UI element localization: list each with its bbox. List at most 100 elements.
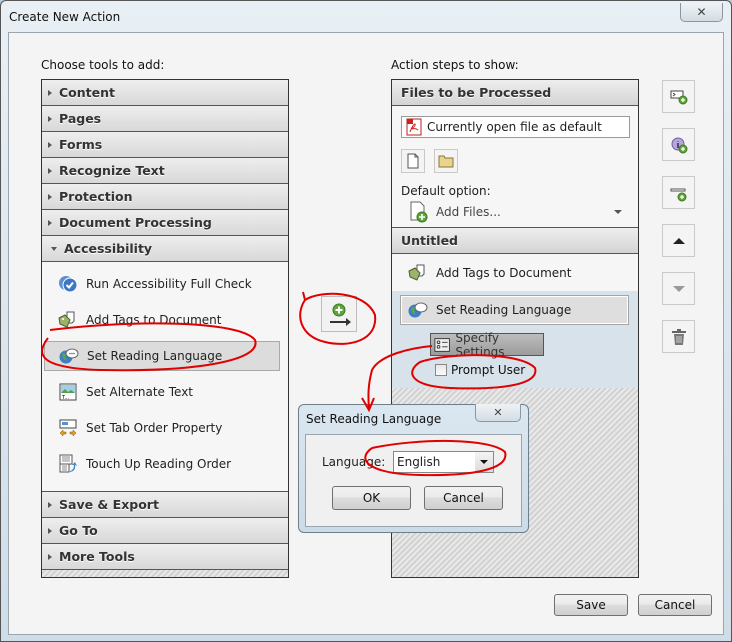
tool-label: Run Accessibility Full Check [86,277,252,291]
expand-arrow-icon [48,193,52,200]
untitled-section-header: Untitled [392,228,638,254]
create-new-action-window: Create New Action ✕ Choose tools to add:… [0,0,732,642]
step-set-reading-language-group: Set Reading Language Specify Settings Pr… [392,291,638,388]
default-option-dropdown[interactable]: Add Files... [408,201,626,223]
language-select-value: English [397,455,441,469]
tool-label: Set Reading Language [87,349,223,363]
move-up-button[interactable] [662,224,695,257]
trash-icon [671,328,686,345]
file-field[interactable]: Currently open file as default [401,116,630,138]
sub-dialog-title: Set Reading Language [306,412,442,426]
category-save-export[interactable]: Save & Export [42,492,288,518]
step-add-tags-to-document[interactable]: Add Tags to Document [392,254,638,291]
category-more-tools[interactable]: More Tools [42,544,288,570]
file-field-value: Currently open file as default [427,120,602,134]
svg-text:T...: T... [61,395,70,401]
expand-arrow-icon [48,115,52,122]
delete-step-button[interactable] [662,320,695,353]
tool-label: Set Alternate Text [86,385,194,399]
category-forms[interactable]: Forms [42,132,288,158]
expand-arrow-icon [48,141,52,148]
dropdown-arrow-icon [614,210,622,214]
tag-icon [408,264,425,281]
add-tool-button[interactable] [321,296,357,332]
sub-dialog-close-button[interactable]: ✕ [475,404,521,422]
add-info-step-button[interactable] [662,128,695,161]
save-button[interactable]: Save [554,594,628,616]
category-pages[interactable]: Pages [42,106,288,132]
category-recognize-text[interactable]: Recognize Text [42,158,288,184]
category-label: Pages [59,111,102,126]
choose-tools-label: Choose tools to add: [41,58,165,72]
ok-button[interactable]: OK [332,486,411,510]
prompt-user-checkbox-row[interactable]: Prompt User [435,363,525,377]
tools-panel: Content Pages Forms Recognize Text Prote… [41,79,289,578]
add-arrow-icon [330,303,351,326]
add-step-icon [670,90,687,104]
move-down-icon [672,285,685,292]
steps-body: Add Tags to Document Set Reading Languag… [392,254,638,388]
category-protection[interactable]: Protection [42,184,288,210]
alt-text-icon: T... [58,382,78,402]
language-dropdown-button[interactable] [475,452,493,472]
expand-arrow-icon [48,89,52,96]
expand-arrow-icon [48,553,52,560]
tool-label: Set Tab Order Property [86,421,223,435]
document-icon [407,153,419,169]
add-file-button[interactable] [401,149,425,173]
accessibility-check-icon [58,274,78,294]
prompt-user-label: Prompt User [451,363,526,377]
step-set-reading-language[interactable]: Set Reading Language [400,295,629,325]
action-steps-label: Action steps to show: [391,58,519,72]
default-option-label: Default option: [401,184,491,198]
add-folder-button[interactable] [434,149,458,173]
category-label: Content [59,85,115,100]
tool-set-reading-language[interactable]: Set Reading Language [44,341,280,371]
category-label: More Tools [59,549,135,564]
pdf-icon [406,118,422,136]
tool-label: Touch Up Reading Order [86,457,232,471]
sub-cancel-button[interactable]: Cancel [424,486,503,510]
category-label: Recognize Text [59,163,165,178]
prompt-user-checkbox[interactable] [435,364,447,376]
tool-set-alternate-text[interactable]: T... Set Alternate Text [42,374,288,410]
expand-arrow-icon [48,167,52,174]
specify-settings-label: Specify Settings [455,330,505,359]
files-section-body: Currently open file as default Default o… [392,106,638,228]
accessibility-tool-list: Run Accessibility Full Check Add Tags to… [42,262,288,492]
category-label: Document Processing [59,215,212,230]
window-title: Create New Action [9,10,121,24]
expand-arrow-icon [48,501,52,508]
expand-arrow-icon [48,219,52,226]
close-icon: ✕ [493,406,503,419]
set-reading-language-dialog: Set Reading Language ✕ Language: English… [298,404,529,533]
settings-list-icon [434,337,450,352]
close-icon: ✕ [696,5,707,19]
tool-set-tab-order-property[interactable]: Set Tab Order Property [42,410,288,446]
category-label: Forms [59,137,103,152]
step-label: Add Tags to Document [436,265,572,280]
language-select[interactable]: English [393,451,494,473]
files-section-title: Files to be Processed [401,85,552,100]
window-close-button[interactable]: ✕ [680,3,723,22]
chevron-down-icon [480,460,488,464]
add-instruction-step-button[interactable] [662,80,695,113]
tool-touch-up-reading-order[interactable]: Touch Up Reading Order [42,446,288,482]
move-down-button[interactable] [662,272,695,305]
tool-add-tags-to-document[interactable]: Add Tags to Document [42,302,288,338]
category-accessibility[interactable]: Accessibility [42,236,288,262]
tool-run-accessibility-full-check[interactable]: Run Accessibility Full Check [42,266,288,302]
cancel-button[interactable]: Cancel [638,594,712,616]
category-label: Accessibility [64,241,153,256]
add-files-icon [410,201,428,223]
language-label: Language: [322,455,386,469]
tool-label: Add Tags to Document [86,313,222,327]
category-label: Save & Export [59,497,159,512]
add-separator-icon [670,188,686,201]
untitled-section-title: Untitled [401,233,458,248]
specify-settings-button[interactable]: Specify Settings [430,330,544,359]
category-content[interactable]: Content [42,80,288,106]
category-document-processing[interactable]: Document Processing [42,210,288,236]
add-separator-button[interactable] [662,176,695,209]
category-go-to[interactable]: Go To [42,518,288,544]
